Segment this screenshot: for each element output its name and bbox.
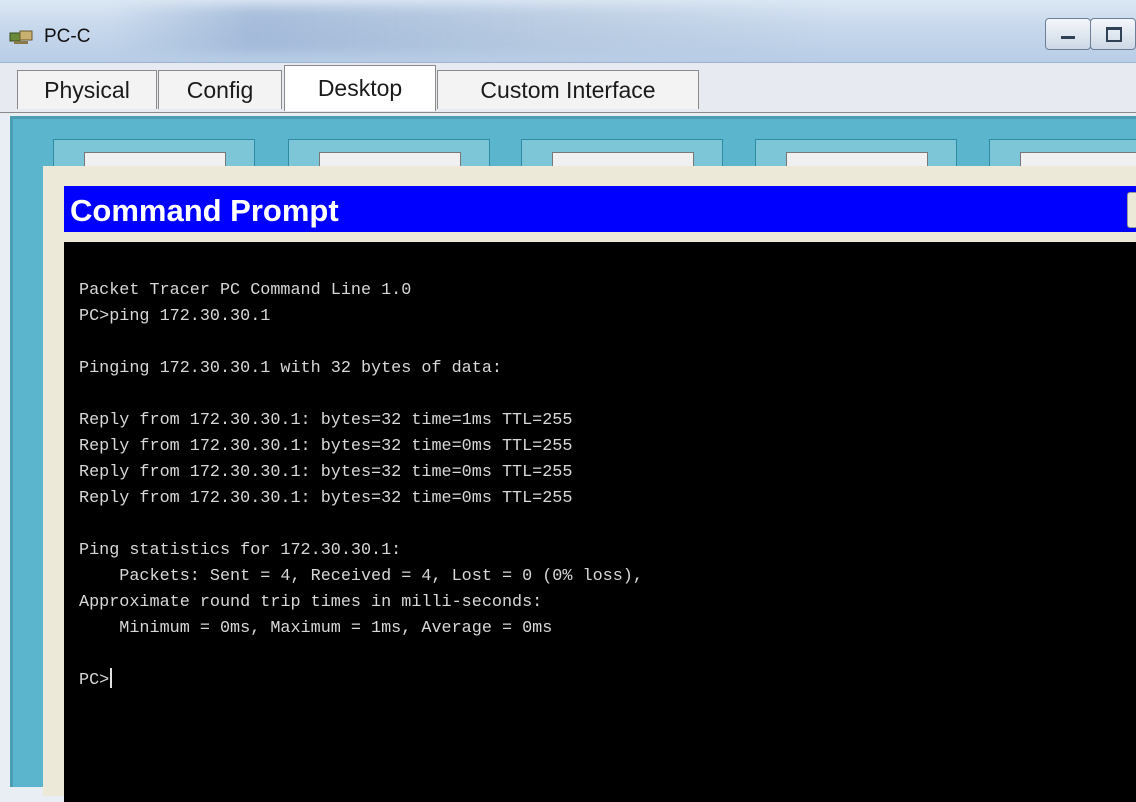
command-prompt-header: Command Prompt	[64, 186, 1136, 232]
command-prompt-title: Command Prompt	[70, 193, 339, 228]
tab-custom-interface[interactable]: Custom Interface	[437, 70, 699, 109]
desktop-panel: Command Prompt Packet Tracer PC Command …	[10, 116, 1136, 802]
tab-label: Config	[186, 76, 254, 103]
titlebar-glass	[110, 6, 830, 54]
tab-label: Custom Interface	[480, 76, 656, 103]
window-titlebar[interactable]: PC-C	[0, 0, 1136, 63]
minimize-icon[interactable]	[1045, 18, 1091, 50]
terminal-output[interactable]: Packet Tracer PC Command Line 1.0 PC>pin…	[64, 242, 1136, 802]
terminal-lines: Packet Tracer PC Command Line 1.0 PC>pin…	[79, 278, 643, 694]
tab-bar: Physical Config Desktop Custom Interface	[0, 63, 1136, 113]
command-prompt-window: Command Prompt Packet Tracer PC Command …	[43, 166, 1136, 802]
terminal-prompt: PC>	[79, 671, 110, 690]
tab-desktop[interactable]: Desktop	[284, 65, 436, 111]
packet-tracer-pc-icon	[9, 30, 33, 44]
tab-config[interactable]: Config	[158, 70, 282, 109]
tab-label: Physical	[44, 76, 130, 103]
text-cursor	[110, 668, 113, 688]
maximize-icon[interactable]	[1090, 18, 1136, 50]
tab-physical[interactable]: Physical	[17, 70, 157, 109]
window-controls	[1045, 18, 1136, 50]
window-title: PC-C	[44, 26, 91, 47]
tab-divider	[0, 112, 1136, 113]
terminal-text: Packet Tracer PC Command Line 1.0 PC>pin…	[79, 281, 643, 638]
close-icon[interactable]	[1127, 192, 1136, 228]
tab-label: Desktop	[317, 75, 403, 101]
